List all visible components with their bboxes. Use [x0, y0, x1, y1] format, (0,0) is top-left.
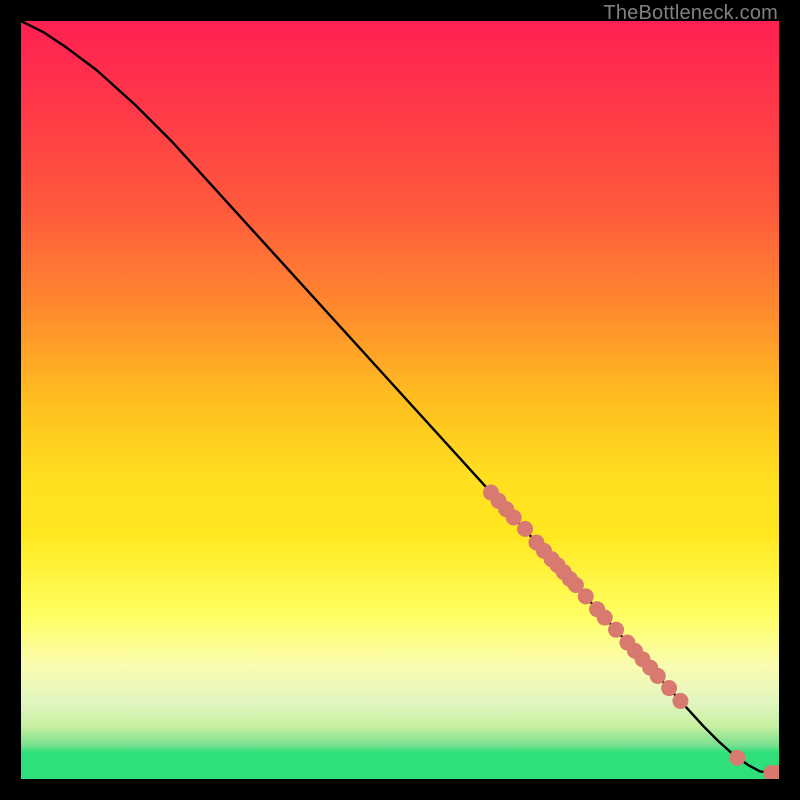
curve-marker	[597, 610, 613, 626]
curve-marker	[506, 509, 522, 525]
curve-marker	[517, 521, 533, 537]
curve-marker	[578, 588, 594, 604]
curve-markers	[483, 484, 779, 779]
bottleneck-curve	[21, 21, 779, 773]
curve-marker	[608, 622, 624, 638]
chart-plot-layer	[21, 21, 779, 779]
curve-marker	[650, 668, 666, 684]
chart-frame	[21, 21, 779, 779]
curve-marker	[661, 680, 677, 696]
curve-marker	[672, 693, 688, 709]
curve-marker	[729, 750, 745, 766]
